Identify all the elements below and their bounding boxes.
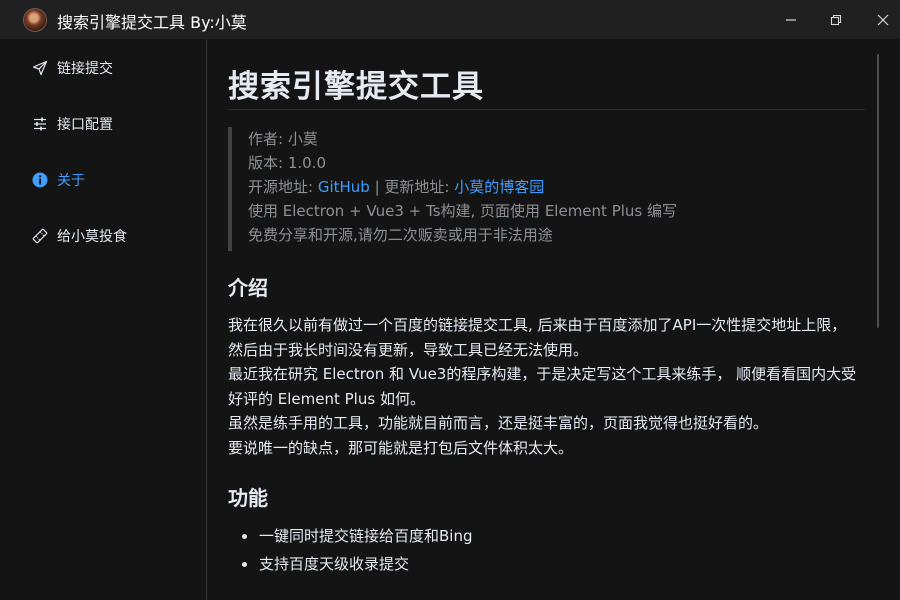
minimize-icon xyxy=(786,18,796,21)
sidebar-item-label: 给小莫投食 xyxy=(57,229,127,245)
sidebar-item-api-config[interactable]: 接口配置 xyxy=(32,112,113,136)
features-heading: 功能 xyxy=(228,486,268,510)
sidebar-item-label: 关于 xyxy=(57,173,85,189)
intro-heading: 介绍 xyxy=(228,276,268,300)
opensource-label: 开源地址: xyxy=(248,178,318,196)
close-icon xyxy=(877,14,889,25)
sidebar-item-label: 链接提交 xyxy=(57,61,113,77)
info-icon xyxy=(32,172,48,188)
close-button[interactable] xyxy=(860,0,900,39)
intro-paragraph: 要说唯一的缺点，那可能就是打包后文件体积太大。 xyxy=(228,438,574,457)
intro-paragraph: 最近我在研究 Electron 和 Vue3的程序构建，于是决定写这个工具来练手… xyxy=(228,365,857,408)
notice-text: 免费分享和开源,请勿二次贩卖或用于非法用途 xyxy=(248,226,553,244)
window-title: 搜索引擎提交工具 By:小莫 xyxy=(57,13,247,32)
link-separator: | xyxy=(374,178,385,196)
sliders-icon xyxy=(32,116,48,132)
restore-icon xyxy=(830,14,842,25)
info-blockquote: 作者: 小莫 版本: 1.0.0 开源地址: GitHub | 更新地址: 小莫… xyxy=(228,127,865,251)
blog-link[interactable]: 小莫的博客园 xyxy=(454,178,544,196)
sidebar-item-label: 接口配置 xyxy=(57,117,113,133)
sidebar-item-about[interactable]: 关于 xyxy=(32,168,85,192)
update-label: 更新地址: xyxy=(384,178,455,196)
sidebar: 链接提交 接口配置 关于 给小莫投食 xyxy=(0,39,207,600)
version-text: 版本: 1.0.0 xyxy=(248,154,326,172)
maximize-button[interactable] xyxy=(813,0,859,39)
scrollbar[interactable] xyxy=(877,54,879,328)
tech-text: 使用 Electron + Vue3 + Ts构建, 页面使用 Element … xyxy=(248,202,677,220)
intro-paragraph: 我在很久以前有做过一个百度的链接提交工具, 后来由于百度添加了API一次性提交地… xyxy=(228,316,847,359)
divider xyxy=(228,109,865,110)
github-link[interactable]: GitHub xyxy=(318,178,370,196)
app-avatar-icon xyxy=(23,8,47,32)
list-item: 一键同时提交链接给百度和Bing xyxy=(228,522,858,550)
title-bar: 搜索引擎提交工具 By:小莫 xyxy=(0,0,900,39)
links-line: 开源地址: GitHub | 更新地址: 小莫的博客园 xyxy=(248,175,865,199)
send-icon xyxy=(32,60,48,76)
intro-paragraph: 虽然是练手用的工具，功能就目前而言，还是挺丰富的，页面我觉得也挺好看的。 xyxy=(228,414,769,432)
intro-body: 我在很久以前有做过一个百度的链接提交工具, 后来由于百度添加了API一次性提交地… xyxy=(228,313,858,460)
features-list: 一键同时提交链接给百度和Bing 支持百度天级收录提交 xyxy=(228,522,858,578)
ticket-icon xyxy=(32,228,48,244)
minimize-button[interactable] xyxy=(768,0,814,39)
main-content: 搜索引擎提交工具 作者: 小莫 版本: 1.0.0 开源地址: GitHub |… xyxy=(208,39,900,600)
list-item: 支持百度天级收录提交 xyxy=(228,550,858,578)
sidebar-item-link-submit[interactable]: 链接提交 xyxy=(32,56,113,80)
sidebar-item-donate[interactable]: 给小莫投食 xyxy=(32,224,127,248)
author-text: 作者: 小莫 xyxy=(248,130,318,148)
page-title: 搜索引擎提交工具 xyxy=(228,69,484,105)
